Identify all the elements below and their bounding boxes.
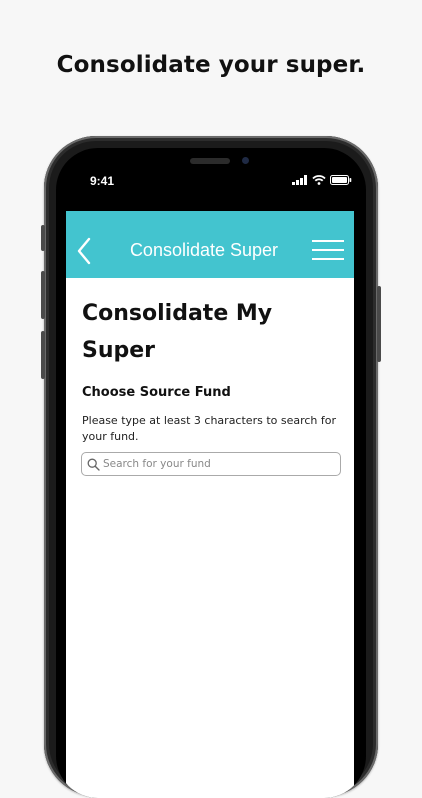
section-title: Choose Source Fund [82, 385, 231, 400]
speaker-grille [190, 158, 230, 164]
help-text: Please type at least 3 characters to sea… [82, 414, 337, 443]
status-time: 9:41 [90, 174, 115, 188]
search-icon [87, 458, 100, 471]
front-camera [242, 157, 249, 164]
cellular-signal-icon [292, 175, 307, 185]
search-input[interactable] [103, 458, 333, 470]
phone-frame: 9:41 Consolidate Super Consolidate My Su… [41, 136, 381, 798]
side-button [377, 286, 381, 362]
battery-icon [330, 175, 352, 185]
navbar-title: Consolidate Super [129, 240, 279, 260]
page-title: Consolidate My Super [82, 301, 273, 363]
navbar: Consolidate Super [66, 211, 354, 278]
promo-headline: Consolidate your super. [56, 52, 366, 78]
phone-screen: 9:41 Consolidate Super Consolidate My Su… [56, 148, 366, 798]
volume-down-button [41, 331, 45, 379]
app-content: Consolidate Super Consolidate My Super C… [66, 211, 354, 798]
mute-switch [41, 225, 45, 251]
status-icons [292, 175, 352, 185]
hamburger-menu-icon[interactable] [312, 239, 344, 261]
search-box[interactable] [81, 452, 341, 476]
wifi-icon [312, 175, 326, 185]
page-content: Consolidate My Super Choose Source Fund … [82, 295, 342, 445]
volume-up-button [41, 271, 45, 319]
chevron-left-icon[interactable] [76, 237, 92, 265]
